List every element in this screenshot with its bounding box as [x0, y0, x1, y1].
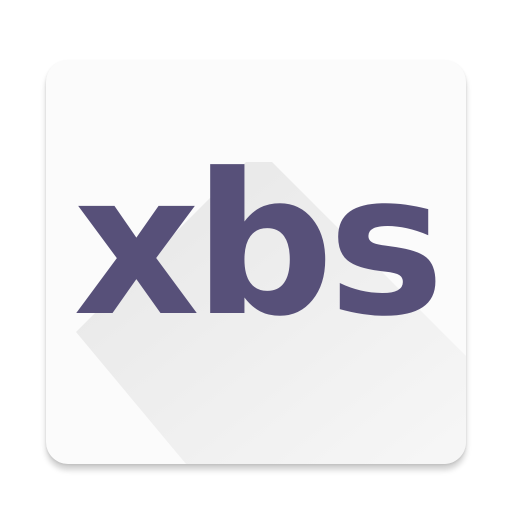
app-icon-canvas: xbs: [0, 0, 512, 512]
logo-wordmark: xbs: [73, 132, 444, 360]
app-icon-tile[interactable]: xbs: [46, 60, 466, 464]
